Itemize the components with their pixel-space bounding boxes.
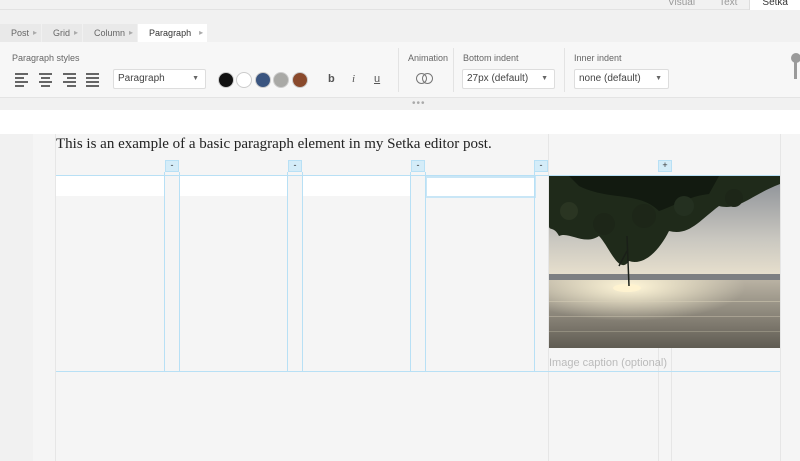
align-left-icon[interactable] <box>11 72 34 87</box>
breadcrumb-column[interactable]: Column ▸ <box>83 24 138 42</box>
grid-cell[interactable] <box>179 176 287 196</box>
remove-column-button[interactable]: - <box>288 160 302 172</box>
paragraph-toolbar: Paragraph styles Paragraph ▼ b i u Anima… <box>0 42 800 98</box>
paragraph-style-select[interactable]: Paragraph ▼ <box>113 69 206 89</box>
editor-mode-tabs: Visual Text Setka <box>656 0 800 10</box>
column-gutter <box>287 172 288 372</box>
lake-sunset-photo[interactable] <box>549 176 780 348</box>
paragraph-styles-label: Paragraph styles <box>12 53 80 63</box>
column-gutter <box>164 172 165 372</box>
align-right-icon[interactable] <box>57 72 80 87</box>
remove-column-button[interactable]: - <box>411 160 425 172</box>
photo-image <box>549 176 780 348</box>
grid-cell-selected[interactable] <box>425 176 536 198</box>
column-gutter <box>534 172 535 372</box>
remove-column-button[interactable]: - <box>534 160 548 172</box>
color-swatch-black[interactable] <box>218 72 234 88</box>
grid-row-border <box>56 371 780 372</box>
align-center-icon[interactable] <box>34 72 57 87</box>
grid-cell[interactable] <box>56 176 164 196</box>
tab-text[interactable]: Text <box>707 0 749 10</box>
breadcrumb-label: Post <box>11 28 30 38</box>
inner-indent-label: Inner indent <box>574 53 622 63</box>
chevron-right-icon: ▸ <box>129 28 134 37</box>
paragraph-style-value: Paragraph <box>118 73 165 84</box>
underline-button[interactable]: u <box>374 73 380 85</box>
toolbar-divider <box>564 48 565 92</box>
column-gutter <box>302 172 303 372</box>
column-gutter <box>410 172 411 372</box>
animation-icon[interactable] <box>416 73 436 85</box>
tab-visual[interactable]: Visual <box>656 0 707 10</box>
chevron-right-icon: ▸ <box>74 28 79 37</box>
color-swatch-white[interactable] <box>236 72 252 88</box>
color-swatch-blue[interactable] <box>255 72 271 88</box>
tab-setka[interactable]: Setka <box>749 0 800 10</box>
image-caption-input[interactable]: Image caption (optional) <box>549 357 667 369</box>
canvas-top-strip <box>0 110 800 134</box>
animation-label: Animation <box>408 53 449 63</box>
chevron-down-icon: ▼ <box>655 75 662 82</box>
breadcrumb-label: Column <box>94 28 126 38</box>
breadcrumb-label: Paragraph <box>149 28 192 38</box>
align-justify-icon[interactable] <box>80 72 103 87</box>
bottom-indent-label: Bottom indent <box>463 53 519 63</box>
toolbar-divider <box>453 48 454 92</box>
grid-guide <box>780 134 781 461</box>
remove-column-button[interactable]: - <box>165 160 179 172</box>
chevron-down-icon: ▼ <box>192 75 199 82</box>
bold-button[interactable]: b <box>328 73 335 85</box>
toolbar-divider <box>398 48 399 92</box>
breadcrumb: Post ▸ Grid ▸ Column ▸ Paragraph ▸ <box>0 24 208 42</box>
chevron-right-icon: ▸ <box>199 28 204 37</box>
inner-indent-value: none (default) <box>579 73 641 84</box>
color-swatch-gray[interactable] <box>273 72 289 88</box>
alignment-group <box>11 72 103 87</box>
top-bar: Visual Text Setka <box>0 0 800 10</box>
bottom-indent-value: 27px (default) <box>467 73 529 84</box>
inner-indent-select[interactable]: none (default) ▼ <box>574 69 669 89</box>
italic-button[interactable]: i <box>352 73 355 85</box>
grid-cell[interactable] <box>303 176 410 196</box>
pin-icon[interactable] <box>790 53 800 79</box>
chevron-right-icon: ▸ <box>33 28 38 37</box>
breadcrumb-post[interactable]: Post ▸ <box>0 24 42 42</box>
add-column-button[interactable]: + <box>658 160 672 172</box>
chevron-down-icon: ▼ <box>541 75 548 82</box>
column-gutter <box>179 172 180 372</box>
color-swatch-brown[interactable] <box>292 72 308 88</box>
breadcrumb-label: Grid <box>53 28 71 38</box>
paragraph-text[interactable]: This is an example of a basic paragraph … <box>56 136 492 153</box>
bottom-indent-select[interactable]: 27px (default) ▼ <box>462 69 555 89</box>
breadcrumb-paragraph[interactable]: Paragraph ▸ <box>138 24 208 42</box>
more-dots-icon[interactable]: ••• <box>412 99 426 109</box>
breadcrumb-grid[interactable]: Grid ▸ <box>42 24 83 42</box>
column-gutter <box>425 172 426 372</box>
